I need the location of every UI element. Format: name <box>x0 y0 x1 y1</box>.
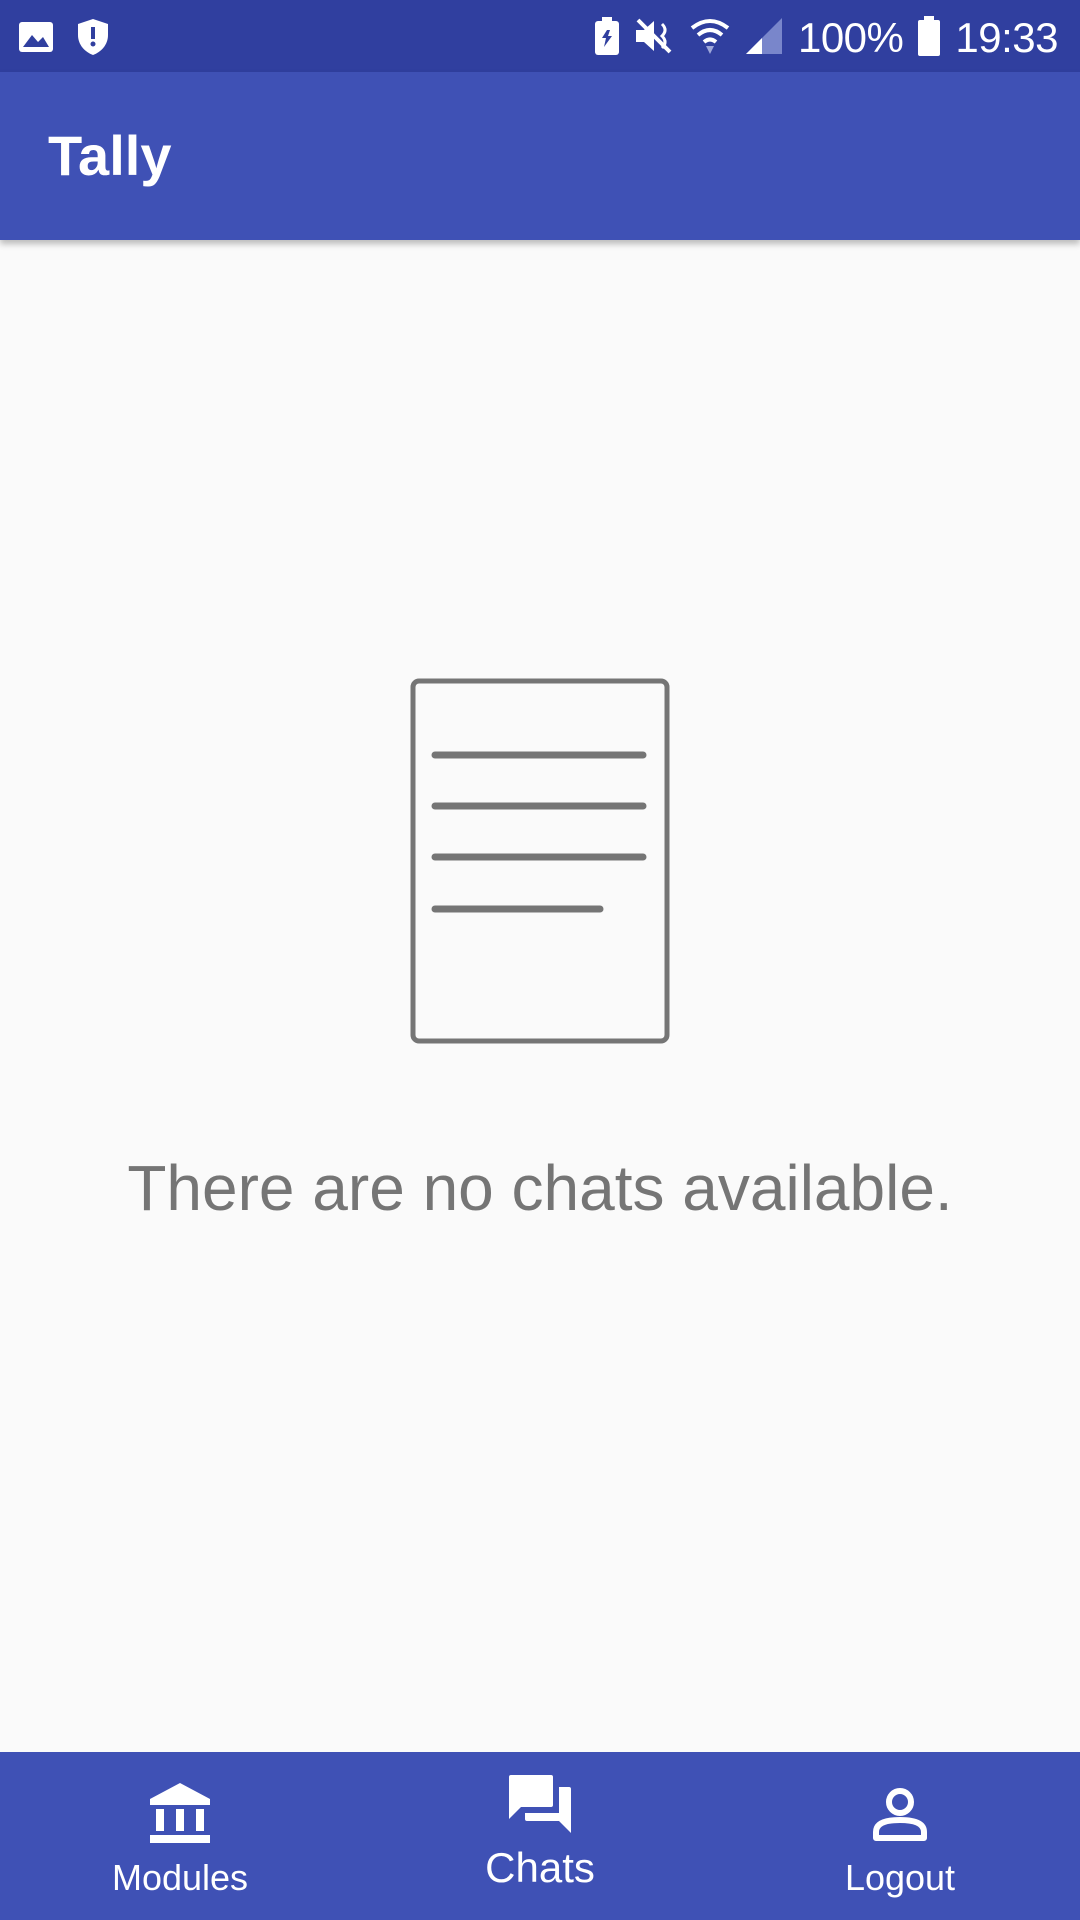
shield-icon <box>76 18 110 61</box>
clock: 19:33 <box>955 14 1058 61</box>
institution-icon <box>144 1778 216 1850</box>
mute-icon <box>634 16 676 61</box>
person-icon <box>864 1778 936 1850</box>
nav-label-chats: Chats <box>485 1844 595 1891</box>
nav-item-logout[interactable]: Logout <box>720 1752 1080 1920</box>
document-icon <box>410 678 670 1044</box>
battery-percent: 100% <box>797 14 904 61</box>
bottom-navigation: Modules Chats Logout <box>0 1752 1080 1920</box>
nav-item-modules[interactable]: Modules <box>0 1752 360 1920</box>
status-left-icons <box>18 18 110 61</box>
empty-state-message: There are no chats available. <box>127 1152 953 1224</box>
battery-saver-icon <box>594 16 620 61</box>
battery-icon <box>917 15 941 62</box>
wifi-icon <box>690 16 730 61</box>
gallery-icon <box>18 19 54 60</box>
status-bar: 100% 19:33 <box>0 0 1080 72</box>
app-title: Tally <box>48 124 172 187</box>
app-bar: Tally <box>0 72 1080 240</box>
nav-label-logout: Logout <box>844 1857 956 1898</box>
signal-icon <box>744 16 784 61</box>
status-right-icons: 100% 19:33 <box>594 10 1058 66</box>
forum-icon <box>504 1768 576 1840</box>
nav-label-modules: Modules <box>111 1857 249 1898</box>
nav-item-chats[interactable]: Chats <box>360 1752 720 1920</box>
